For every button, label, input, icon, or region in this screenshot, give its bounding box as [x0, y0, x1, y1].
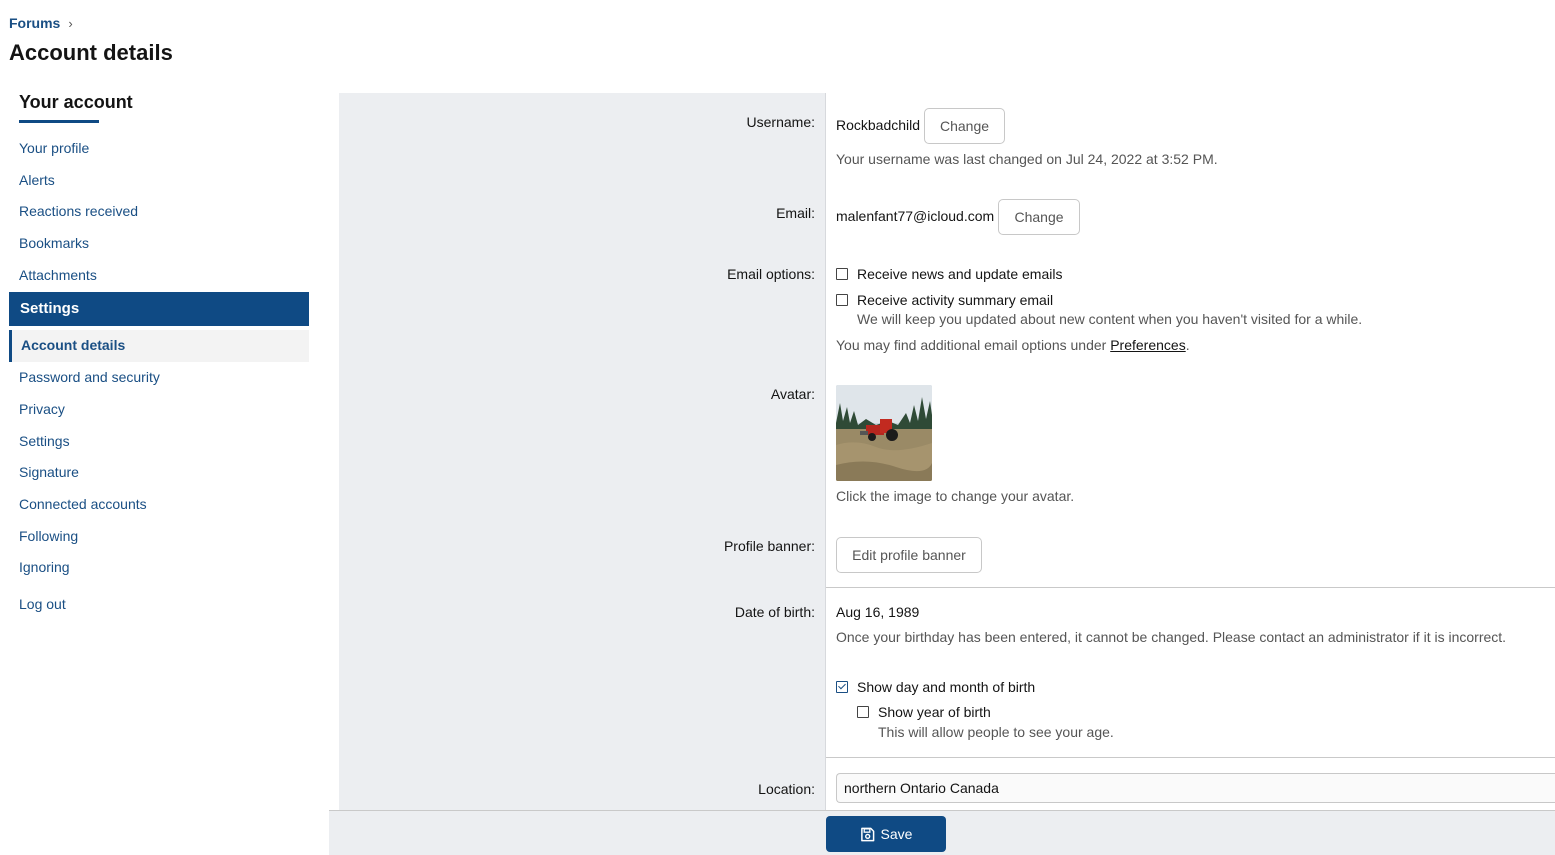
news-emails-label: Receive news and update emails — [857, 266, 1063, 282]
change-username-button[interactable]: Change — [924, 108, 1005, 144]
email-options-label: Email options: — [727, 266, 815, 282]
section-divider — [826, 587, 1555, 588]
activity-summary-hint: We will keep you updated about new conte… — [857, 311, 1363, 327]
account-details-form: Username: Rockbadchild Change Your usern… — [339, 93, 1555, 810]
sidebar-item-bookmarks[interactable]: Bookmarks — [9, 228, 309, 260]
dob-value: Aug 16, 1989 — [836, 604, 920, 620]
sidebar-item-privacy[interactable]: Privacy — [9, 394, 309, 426]
sidebar-item-ignoring[interactable]: Ignoring — [9, 552, 309, 584]
save-button[interactable]: Save — [826, 816, 946, 852]
dob-label: Date of birth: — [734, 604, 815, 620]
location-input[interactable] — [836, 773, 1555, 803]
sidebar-item-log-out[interactable]: Log out — [9, 589, 309, 621]
edit-profile-banner-button[interactable]: Edit profile banner — [836, 537, 982, 573]
profile-banner-label: Profile banner: — [723, 538, 815, 554]
sidebar-item-following[interactable]: Following — [9, 521, 309, 553]
news-emails-option[interactable]: Receive news and update emails — [836, 266, 1062, 282]
section-divider-2 — [826, 757, 1555, 758]
preferences-note-text: You may find additional email options un… — [836, 337, 1111, 353]
save-button-label: Save — [880, 826, 913, 842]
avatar-hint: Click the image to change your avatar. — [836, 488, 1075, 504]
chevron-right-icon: › — [68, 15, 73, 31]
show-year-option[interactable]: Show year of birth — [857, 704, 991, 720]
avatar-label: Avatar: — [770, 386, 815, 402]
show-year-checkbox[interactable] — [857, 706, 869, 718]
sidebar-item-connected-accounts[interactable]: Connected accounts — [9, 489, 309, 521]
page-title: Account details — [9, 40, 173, 65]
sidebar-item-attachments[interactable]: Attachments — [9, 260, 309, 292]
sidebar-section-settings: Settings — [9, 292, 309, 327]
preferences-note-end: . — [1185, 337, 1190, 353]
username-value: Rockbadchild — [836, 117, 921, 133]
breadcrumb-forums-link[interactable]: Forums — [9, 15, 60, 31]
sidebar: Your account Your profile Alerts Reactio… — [9, 88, 309, 621]
breadcrumb: Forums › — [9, 15, 73, 31]
sidebar-item-password-and-security[interactable]: Password and security — [9, 362, 309, 394]
location-label: Location: — [758, 781, 815, 797]
dob-hint: Once your birthday has been entered, it … — [836, 629, 1507, 645]
email-value: malenfant77@icloud.com — [836, 208, 995, 224]
username-hint: Your username was last changed on Jul 24… — [836, 151, 1218, 167]
avatar-image — [836, 385, 932, 481]
email-label: Email: — [776, 205, 815, 221]
preferences-note: You may find additional email options un… — [836, 337, 1190, 353]
activity-summary-label: Receive activity summary email — [857, 292, 1054, 308]
sidebar-item-alerts[interactable]: Alerts — [9, 165, 309, 197]
activity-summary-option[interactable]: Receive activity summary email — [836, 292, 1053, 308]
change-email-button[interactable]: Change — [998, 199, 1080, 235]
sidebar-header-underline — [19, 120, 99, 123]
sidebar-item-reactions-received[interactable]: Reactions received — [9, 196, 309, 228]
save-icon — [860, 827, 874, 841]
activity-summary-checkbox[interactable] — [836, 294, 848, 306]
avatar[interactable] — [836, 385, 932, 481]
show-day-month-option[interactable]: Show day and month of birth — [836, 679, 1035, 695]
news-emails-checkbox[interactable] — [836, 268, 848, 280]
sidebar-header: Your account — [19, 92, 133, 112]
sidebar-item-account-details[interactable]: Account details — [9, 330, 309, 363]
show-year-label: Show year of birth — [878, 704, 991, 720]
label-column — [339, 93, 826, 810]
preferences-link[interactable]: Preferences — [1110, 337, 1185, 353]
username-label: Username: — [746, 114, 815, 130]
show-day-month-label: Show day and month of birth — [857, 679, 1036, 695]
sidebar-item-settings[interactable]: Settings — [9, 426, 309, 458]
show-day-month-checkbox[interactable] — [836, 681, 848, 693]
sidebar-item-signature[interactable]: Signature — [9, 457, 309, 489]
show-year-hint: This will allow people to see your age. — [878, 724, 1114, 740]
sidebar-item-your-profile[interactable]: Your profile — [9, 133, 309, 165]
